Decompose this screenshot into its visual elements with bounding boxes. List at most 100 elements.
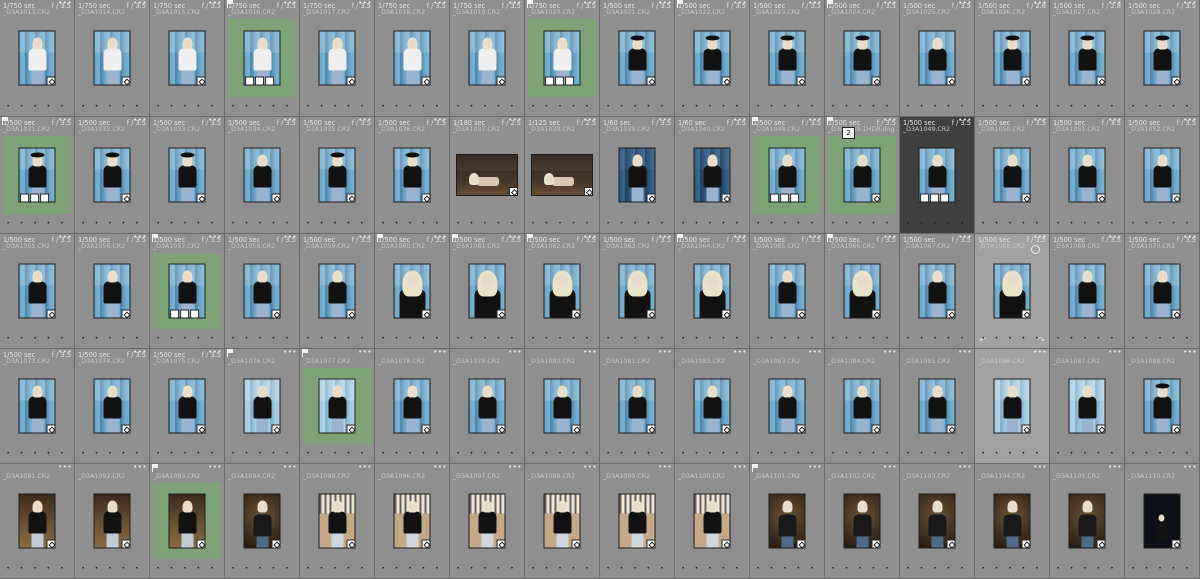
more-options-icon[interactable]: ••• <box>958 464 972 471</box>
keyword-badge-icon[interactable] <box>169 309 179 318</box>
develop-badge-icon[interactable] <box>496 76 505 85</box>
star-rating[interactable]: • • • • • <box>825 221 899 227</box>
star-rating[interactable]: • • • • • <box>525 336 599 342</box>
photo-thumbnail[interactable] <box>918 378 956 434</box>
develop-badge-icon[interactable] <box>646 309 655 318</box>
star-rating[interactable]: • • • • • <box>150 566 224 572</box>
more-options-icon[interactable]: ••• <box>583 464 597 471</box>
develop-badge-icon[interactable] <box>421 76 430 85</box>
develop-badge-icon[interactable] <box>121 309 130 318</box>
grid-cell[interactable]: ••• 1/500 sec f / 3.5 _D3A1025.CR2 • • • • • <box>900 0 975 117</box>
grid-cell[interactable]: ••• _D3A1078.CR2 • • • • • <box>375 349 450 464</box>
star-rating[interactable]: • • • • • <box>75 451 149 457</box>
star-rating[interactable]: • • • • • <box>225 221 299 227</box>
star-rating[interactable]: • • • • • <box>900 566 974 572</box>
star-rating[interactable]: • • • • • <box>225 336 299 342</box>
develop-badge-icon[interactable] <box>1021 76 1030 85</box>
develop-badge-icon[interactable] <box>646 76 655 85</box>
star-rating[interactable]: • • • • • <box>675 336 749 342</box>
develop-badge-icon[interactable] <box>1021 424 1030 433</box>
develop-badge-icon[interactable] <box>721 76 730 85</box>
grid-cell[interactable]: ••• 1/500 sec f / 3.5 _D3A1048.CR2 • • • • • <box>750 117 825 234</box>
photo-thumbnail[interactable] <box>93 493 131 549</box>
grid-cell[interactable]: ••• 1/750 sec f / 3.5 _D3A1013.CR2 • • • • • <box>0 0 75 117</box>
photo-thumbnail[interactable] <box>243 263 281 319</box>
develop-badge-icon[interactable] <box>346 309 355 318</box>
star-rating[interactable]: • • • • • <box>300 336 374 342</box>
grid-cell[interactable]: ••• 1/500 sec f / 3.5 _D3A1049-1HDR.dng 2 • •… <box>825 117 900 234</box>
more-options-icon[interactable]: ••• <box>433 464 447 471</box>
develop-badge-icon[interactable] <box>496 539 505 548</box>
photo-thumbnail[interactable] <box>18 147 56 203</box>
photo-thumbnail[interactable] <box>1068 30 1106 86</box>
grid-cell[interactable]: ••• 1/500 sec f / 3.5 _D3A1056.CR2 • • • • • <box>75 234 150 349</box>
grid-cell[interactable]: ••• _D3A1095.CR2 • • • • • <box>300 464 375 579</box>
grid-cell[interactable]: ••• 1/500 sec f / 3.5 _D3A1034.CR2 • • • • • <box>225 117 300 234</box>
develop-badge-icon[interactable] <box>946 539 955 548</box>
photo-thumbnail[interactable] <box>468 378 506 434</box>
photo-thumbnail[interactable] <box>1143 30 1181 86</box>
photo-thumbnail[interactable] <box>618 147 656 203</box>
photo-thumbnail[interactable] <box>168 30 206 86</box>
star-rating[interactable]: • • • • • <box>900 451 974 457</box>
develop-badge-icon[interactable] <box>871 76 880 85</box>
star-rating[interactable]: • • • • • <box>150 221 224 227</box>
star-rating[interactable]: • • • • • <box>525 451 599 457</box>
develop-badge-icon[interactable] <box>121 76 130 85</box>
photo-thumbnail[interactable] <box>93 30 131 86</box>
star-rating[interactable]: • • • • • <box>375 451 449 457</box>
develop-badge-icon[interactable] <box>789 193 799 202</box>
grid-cell[interactable]: ••• 1/750 sec f / 3.5 _D3A1014.CR2 • • • • • <box>75 0 150 117</box>
star-rating[interactable]: • • • • • <box>75 336 149 342</box>
quick-collection-icon[interactable] <box>1031 245 1040 254</box>
develop-badge-icon[interactable] <box>646 193 655 202</box>
develop-badge-icon[interactable] <box>796 539 805 548</box>
star-rating[interactable]: • • • • • <box>525 566 599 572</box>
develop-badge-icon[interactable] <box>1171 76 1180 85</box>
star-rating[interactable]: • • • • • <box>1125 104 1199 110</box>
develop-badge-icon[interactable] <box>721 309 730 318</box>
star-rating[interactable]: • • • • • <box>1125 336 1199 342</box>
develop-badge-icon[interactable] <box>946 424 955 433</box>
star-rating[interactable]: • • • • • <box>375 566 449 572</box>
more-options-icon[interactable]: ••• <box>433 349 447 356</box>
star-rating[interactable]: • • • • • <box>0 566 74 572</box>
grid-cell[interactable]: ••• 1/500 sec f / 3.5 _D3A1061.CR2 • • • • • <box>450 234 525 349</box>
grid-cell[interactable]: ••• _D3A1100.CR2 • • • • • <box>675 464 750 579</box>
develop-badge-icon[interactable] <box>1096 76 1105 85</box>
star-rating[interactable]: • • • • • <box>675 451 749 457</box>
photo-thumbnail[interactable] <box>1068 263 1106 319</box>
develop-badge-icon[interactable] <box>871 424 880 433</box>
photo-thumbnail[interactable] <box>468 263 506 319</box>
develop-badge-icon[interactable] <box>46 539 55 548</box>
photo-thumbnail[interactable] <box>1143 378 1181 434</box>
develop-badge-icon[interactable] <box>939 193 949 202</box>
star-rating[interactable]: • • • • • <box>150 451 224 457</box>
grid-cell[interactable]: ••• 1/500 sec f / 3.5 _D3A1075.CR2 • • • • • <box>150 349 225 464</box>
develop-badge-icon[interactable] <box>1171 309 1180 318</box>
grid-cell[interactable]: ••• _D3A1091.CR2 • • • • • <box>0 464 75 579</box>
photo-thumbnail[interactable] <box>768 378 806 434</box>
grid-cell[interactable]: ••• _D3A1093.CR2 • • • • • <box>150 464 225 579</box>
photo-thumbnail[interactable] <box>768 147 806 203</box>
grid-cell[interactable]: ••• 1/60 sec f / 3.5 _D3A1040.CR2 • • • • • <box>675 117 750 234</box>
star-rating[interactable]: • • • • • <box>1050 221 1124 227</box>
grid-cell[interactable]: ••• 1/500 sec f / 3.5 _D3A1067.CR2 • • • • • <box>900 234 975 349</box>
more-options-icon[interactable]: ••• <box>658 464 672 471</box>
more-options-icon[interactable]: ••• <box>133 464 147 471</box>
more-options-icon[interactable]: ••• <box>583 349 597 356</box>
develop-badge-icon[interactable] <box>346 424 355 433</box>
grid-cell[interactable]: ••• 1/500 sec f / 2.8 _D3A1027.CR2 • • • • • <box>1050 0 1125 117</box>
photo-thumbnail[interactable] <box>18 378 56 434</box>
more-options-icon[interactable]: ••• <box>658 349 672 356</box>
photo-thumbnail[interactable] <box>618 263 656 319</box>
star-rating[interactable]: • • • • • <box>375 336 449 342</box>
photo-thumbnail[interactable] <box>243 493 281 549</box>
star-rating[interactable]: • • • • • <box>75 566 149 572</box>
develop-badge-icon[interactable] <box>871 539 880 548</box>
photo-thumbnail[interactable] <box>243 147 281 203</box>
develop-badge-icon[interactable] <box>46 76 55 85</box>
develop-badge-icon[interactable] <box>584 187 592 195</box>
photo-thumbnail[interactable] <box>393 493 431 549</box>
star-rating[interactable]: • • • • • <box>0 451 74 457</box>
